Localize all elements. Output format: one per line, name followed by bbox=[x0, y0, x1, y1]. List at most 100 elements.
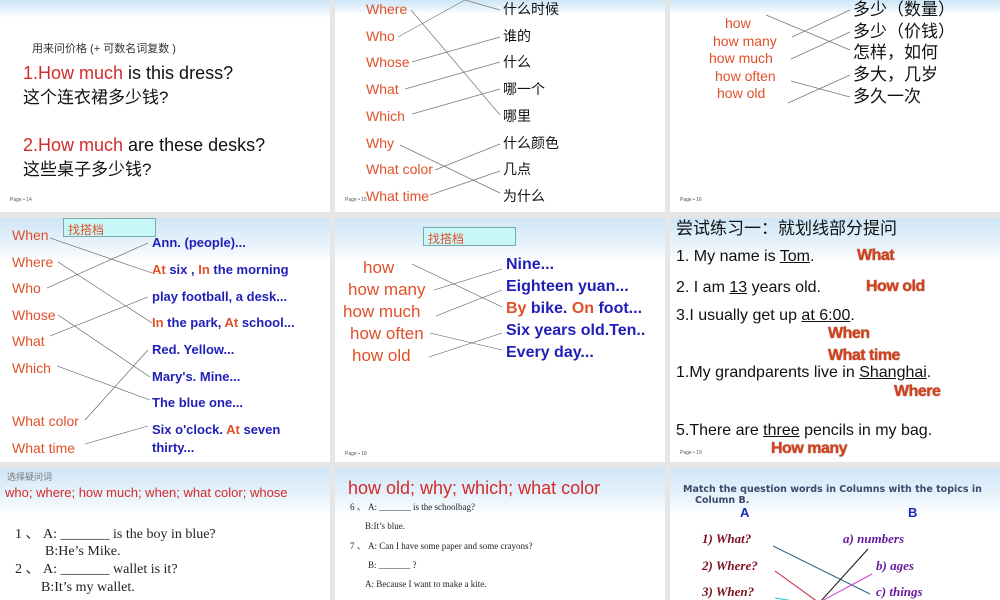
text: . bbox=[926, 364, 932, 381]
answer: Where bbox=[894, 383, 941, 400]
meaning: 什么颜色 bbox=[503, 135, 559, 151]
answer: Ann. (people)... bbox=[152, 235, 246, 250]
text: seven bbox=[239, 422, 281, 437]
highlight: 1.How much bbox=[23, 63, 124, 83]
slide-thumbnail-20[interactable]: 选择疑问词 who; where; how much; when; what c… bbox=[0, 468, 330, 600]
question: 6 、 A: _______ is the schoolbag? bbox=[350, 502, 475, 512]
slide-thumbnail-15[interactable]: Where Who Whose What Which Why What colo… bbox=[335, 0, 665, 212]
question-1: 1.How much is this dress? bbox=[23, 64, 233, 82]
exercise-line: 1. My name is Tom. bbox=[676, 249, 814, 265]
word-how: how bbox=[725, 15, 751, 31]
page-number: Page • 14 bbox=[10, 197, 32, 203]
underlined: three bbox=[763, 422, 800, 439]
question: 1 、 A: _______ is the boy in blue? bbox=[15, 527, 216, 542]
meaning: 多少（数量） bbox=[853, 0, 955, 19]
question-word: 3) When? bbox=[702, 585, 754, 598]
meaning: 多久一次 bbox=[853, 87, 921, 106]
word-how: how bbox=[363, 258, 395, 277]
page-number: Page • 15 bbox=[345, 197, 367, 203]
answer: By bike. On foot... bbox=[506, 301, 642, 317]
page-number: Page • 16 bbox=[680, 197, 702, 203]
question-text: are these desks? bbox=[123, 135, 266, 155]
page-number: Page • 18 bbox=[345, 451, 367, 457]
word-who: Who bbox=[12, 280, 41, 296]
underlined: Shanghai bbox=[859, 364, 927, 381]
question-word: 1) What? bbox=[702, 532, 751, 545]
word-where: Where bbox=[12, 254, 54, 270]
word-what: What bbox=[366, 81, 399, 97]
word-what: What bbox=[12, 333, 45, 349]
answer: What time bbox=[828, 347, 900, 364]
answer: The blue one... bbox=[152, 395, 244, 410]
text: . bbox=[850, 307, 855, 324]
text: . bbox=[809, 248, 815, 265]
answer: In the park, At school... bbox=[152, 316, 295, 329]
topic: b) ages bbox=[876, 558, 914, 573]
slide-thumbnail-19[interactable]: 尝试练习一：就划线部分提问 1. My name is Tom. What 2.… bbox=[670, 218, 1000, 462]
slide-thumbnail-21[interactable]: how old; why; which; what color 6 、 A: _… bbox=[335, 468, 665, 600]
slide-header-band bbox=[0, 0, 330, 18]
word-which: Which bbox=[366, 108, 405, 124]
slide-thumbnail-17[interactable]: 找搭档 When Where Who Whose What Which What… bbox=[0, 218, 330, 462]
word-what-time: What time bbox=[12, 440, 76, 456]
highlight: On bbox=[571, 300, 595, 317]
highlight: 2.How much bbox=[23, 135, 124, 155]
meaning: 多大，几岁 bbox=[853, 65, 938, 84]
text: 1. My name is bbox=[676, 248, 780, 265]
slide-subtitle: 用来问价格 (+ 可数名词复数 ) bbox=[32, 43, 176, 55]
word-how-often: how often bbox=[350, 324, 424, 343]
answer: B: _______ ? bbox=[368, 560, 417, 570]
answer: Nine... bbox=[506, 256, 555, 273]
word-how-many: how many bbox=[713, 33, 777, 49]
answer: Every day... bbox=[506, 344, 594, 361]
word-how-old: how old bbox=[717, 85, 766, 101]
slide-title: 尝试练习一：就划线部分提问 bbox=[676, 219, 897, 238]
highlight: At bbox=[152, 262, 166, 277]
highlight: By bbox=[506, 300, 527, 317]
topic: c) things bbox=[876, 584, 923, 599]
word-how-old: how old bbox=[352, 346, 411, 365]
meaning: 哪一个 bbox=[503, 81, 545, 97]
text: 2. I am bbox=[676, 279, 730, 296]
question-text: is this dress? bbox=[123, 63, 234, 83]
text: 3.I usually get up bbox=[676, 307, 802, 324]
text: Six o'clock. bbox=[152, 422, 227, 437]
highlight: At bbox=[226, 422, 240, 437]
slide-thumbnail-18[interactable]: 找搭档 how how many how much how often how … bbox=[335, 218, 665, 462]
meaning: 几点 bbox=[503, 161, 531, 177]
answer: Six years old.Ten.. bbox=[506, 322, 646, 339]
question-word: 2) Where? bbox=[702, 559, 758, 572]
question: 7 、 A: Can I have some paper and some cr… bbox=[350, 541, 533, 551]
answer: B:He’s Mike. bbox=[45, 544, 121, 559]
answer: thirty... bbox=[152, 440, 195, 455]
meaning: 怎样，如何 bbox=[853, 43, 938, 62]
exercise-line: 3.I usually get up at 6:00. bbox=[676, 308, 855, 324]
slide-label: 选择疑问词 bbox=[7, 472, 53, 482]
answer: What bbox=[857, 247, 895, 264]
page-number: Page • 19 bbox=[680, 450, 702, 456]
text: foot... bbox=[594, 300, 643, 317]
answer: How many bbox=[771, 440, 848, 457]
topic: a) numbers bbox=[843, 531, 905, 546]
answer: At six , In the morning bbox=[152, 263, 289, 276]
word-how-much: how much bbox=[709, 50, 773, 66]
word-who: Who bbox=[366, 28, 395, 44]
exercise-line: 2. I am 13 years old. bbox=[676, 280, 821, 296]
word-how-often: how often bbox=[715, 68, 776, 84]
meaning: 哪里 bbox=[503, 108, 531, 124]
slide-thumbnail-22[interactable]: Match the question words in Columns with… bbox=[670, 468, 1000, 600]
slide-thumbnail-14[interactable]: 用来问价格 (+ 可数名词复数 ) 1.How much is this dre… bbox=[0, 0, 330, 212]
question-2-translation: 这些桌子多少钱? bbox=[23, 160, 152, 179]
word-which: Which bbox=[12, 360, 51, 376]
text: 5.There are bbox=[676, 422, 764, 439]
word-how-many: how many bbox=[348, 280, 426, 299]
text: 3) When? bbox=[702, 584, 755, 599]
slide-thumbnail-16[interactable]: how how many how much how often how old … bbox=[670, 0, 1000, 212]
highlight: At bbox=[224, 315, 239, 330]
word-how-much: how much bbox=[343, 302, 421, 321]
meaning: 为什么 bbox=[503, 188, 545, 204]
text: pencils in my bag. bbox=[799, 422, 933, 439]
answer: B:It’s my wallet. bbox=[41, 580, 135, 595]
word-when: When bbox=[12, 227, 49, 243]
word-whose: Whose bbox=[366, 54, 410, 70]
